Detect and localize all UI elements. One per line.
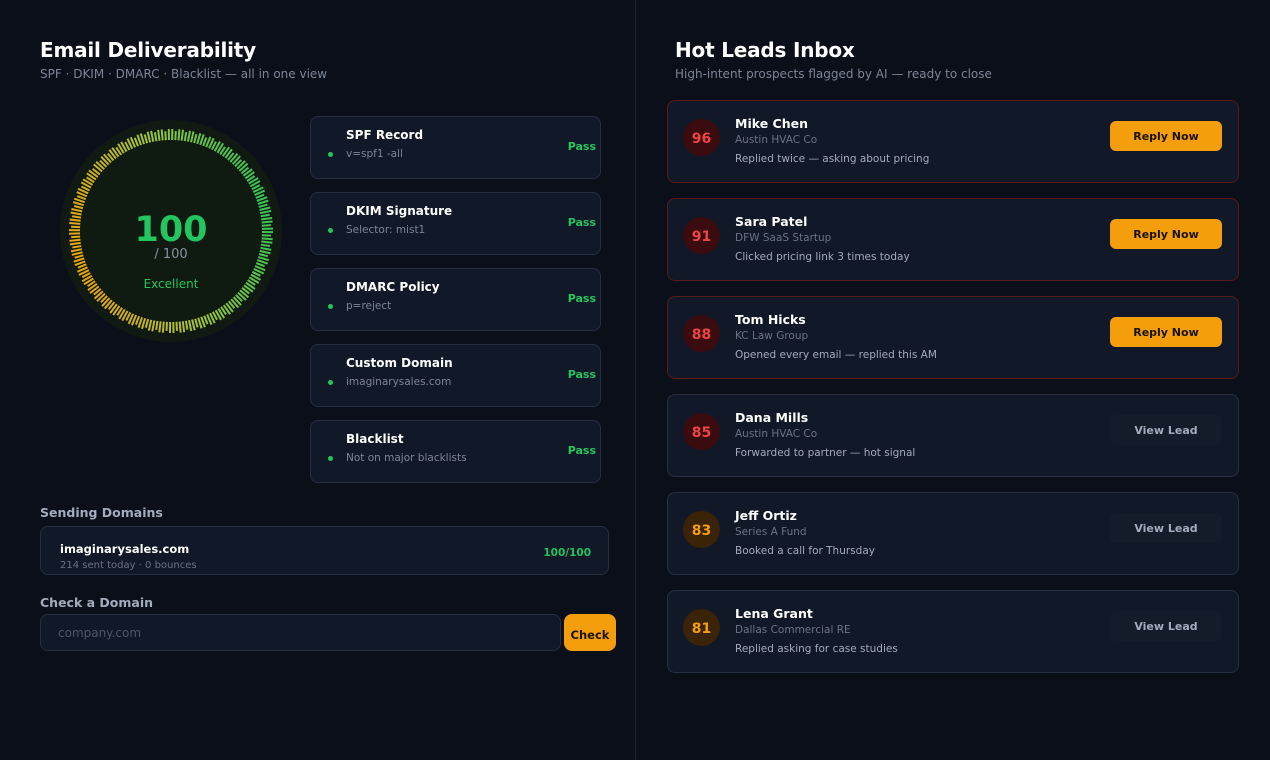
lead-score-badge: 83: [683, 511, 720, 548]
check-card-dkim: DKIM Signature Selector: mist1 Pass: [310, 192, 601, 255]
domain-input[interactable]: [40, 614, 561, 651]
sending-domains-label: Sending Domains: [40, 505, 163, 520]
deliverability-subtitle: SPF · DKIM · DMARC · Blacklist — all in …: [40, 67, 328, 81]
lead-card[interactable]: 88 Tom Hicks KC Law Group Opened every e…: [667, 296, 1239, 379]
domain-score: 100/100: [543, 547, 591, 559]
deliverability-panel: Email Deliverability SPF · DKIM · DMARC …: [0, 0, 635, 760]
check-card-blacklist: Blacklist Not on major blacklists Pass: [310, 420, 601, 483]
lead-score-badge: 96: [683, 119, 720, 156]
lead-note: Clicked pricing link 3 times today: [735, 251, 910, 263]
gauge-tick: [158, 321, 162, 333]
gauge-tick: [160, 129, 164, 141]
lead-company: Dallas Commercial RE: [735, 624, 851, 636]
sending-domain-row[interactable]: imaginarysales.com 214 sent today · 0 bo…: [40, 526, 609, 575]
lead-card[interactable]: 83 Jeff Ortiz Series A Fund Booked a cal…: [667, 492, 1239, 575]
gauge-tick: [177, 129, 181, 141]
check-value: Not on major blacklists: [346, 452, 467, 464]
status-dot: [328, 304, 333, 309]
view-lead-button[interactable]: View Lead: [1110, 415, 1222, 445]
gauge-tick: [175, 321, 178, 331]
score-label: Excellent: [143, 277, 199, 291]
leads-title: Hot Leads Inbox: [675, 38, 855, 62]
lead-card[interactable]: 85 Dana Mills Austin HVAC Co Forwarded t…: [667, 394, 1239, 477]
lead-company: Series A Fund: [735, 526, 807, 538]
gauge-tick: [155, 320, 159, 331]
panel-divider: [635, 0, 636, 760]
check-card-dmarc: DMARC Policy p=reject Pass: [310, 268, 601, 331]
score-max: / 100: [154, 247, 188, 262]
lead-name: Sara Patel: [735, 214, 808, 229]
lead-company: Austin HVAC Co: [735, 134, 818, 146]
status-badge: Pass: [567, 292, 596, 305]
view-lead-button[interactable]: View Lead: [1110, 513, 1222, 543]
reply-now-button[interactable]: Reply Now: [1110, 219, 1222, 249]
lead-score-badge: 91: [683, 217, 720, 254]
reply-now-button[interactable]: Reply Now: [1110, 317, 1222, 347]
status-badge: Pass: [567, 216, 596, 229]
check-card-spf: SPF Record v=spf1 -all Pass: [310, 116, 601, 179]
status-dot: [328, 152, 333, 157]
lead-note: Booked a call for Thursday: [735, 545, 875, 557]
gauge-tick: [157, 129, 161, 141]
check-value: Selector: mist1: [346, 224, 426, 236]
gauge-tick: [180, 129, 184, 141]
lead-company: Austin HVAC Co: [735, 428, 818, 440]
domain-stats: 214 sent today · 0 bounces: [60, 560, 197, 571]
check-value: p=reject: [346, 300, 392, 312]
lead-note: Replied asking for case studies: [735, 643, 898, 655]
status-badge: Pass: [567, 140, 596, 153]
status-dot: [328, 228, 333, 233]
lead-note: Opened every email — replied this AM: [735, 349, 937, 361]
check-name: Custom Domain: [346, 356, 453, 370]
lead-name: Tom Hicks: [735, 312, 806, 327]
lead-name: Lena Grant: [735, 606, 813, 621]
deliverability-title: Email Deliverability: [40, 38, 256, 62]
check-name: SPF Record: [346, 128, 424, 142]
gauge-tick: [178, 321, 182, 333]
lead-name: Mike Chen: [735, 116, 808, 131]
check-name: Blacklist: [346, 432, 404, 446]
lead-company: KC Law Group: [735, 330, 809, 342]
check-button[interactable]: Check: [564, 614, 616, 651]
check-card-custom-domain: Custom Domain imaginarysales.com Pass: [310, 344, 601, 407]
status-badge: Pass: [567, 444, 596, 457]
check-name: DMARC Policy: [346, 280, 440, 294]
domain-name: imaginarysales.com: [60, 542, 190, 556]
check-domain-label: Check a Domain: [40, 595, 154, 610]
lead-score-badge: 88: [683, 315, 720, 352]
reply-now-button[interactable]: Reply Now: [1110, 121, 1222, 151]
lead-note: Replied twice — asking about pricing: [735, 153, 930, 165]
lead-card[interactable]: 91 Sara Patel DFW SaaS Startup Clicked p…: [667, 198, 1239, 281]
lead-card[interactable]: 81 Lena Grant Dallas Commercial RE Repli…: [667, 590, 1239, 673]
gauge-tick: [164, 131, 167, 141]
gauge-tick: [161, 321, 165, 333]
lead-name: Dana Mills: [735, 410, 809, 425]
lead-score-badge: 81: [683, 609, 720, 646]
lead-card[interactable]: 96 Mike Chen Austin HVAC Co Replied twic…: [667, 100, 1239, 183]
status-badge: Pass: [567, 368, 596, 381]
check-value: v=spf1 -all: [346, 148, 403, 160]
check-value: imaginarysales.com: [346, 376, 452, 388]
leads-subtitle: High-intent prospects flagged by AI — re…: [675, 67, 992, 81]
status-dot: [328, 456, 333, 461]
score-value: 100: [134, 210, 208, 250]
gauge-tick: [183, 132, 188, 142]
check-name: DKIM Signature: [346, 204, 453, 218]
lead-company: DFW SaaS Startup: [735, 232, 832, 244]
lead-name: Jeff Ortiz: [735, 508, 797, 523]
view-lead-button[interactable]: View Lead: [1110, 611, 1222, 641]
status-dot: [328, 380, 333, 385]
lead-note: Forwarded to partner — hot signal: [735, 447, 916, 459]
gauge-tick: [181, 321, 186, 333]
lead-score-badge: 85: [683, 413, 720, 450]
